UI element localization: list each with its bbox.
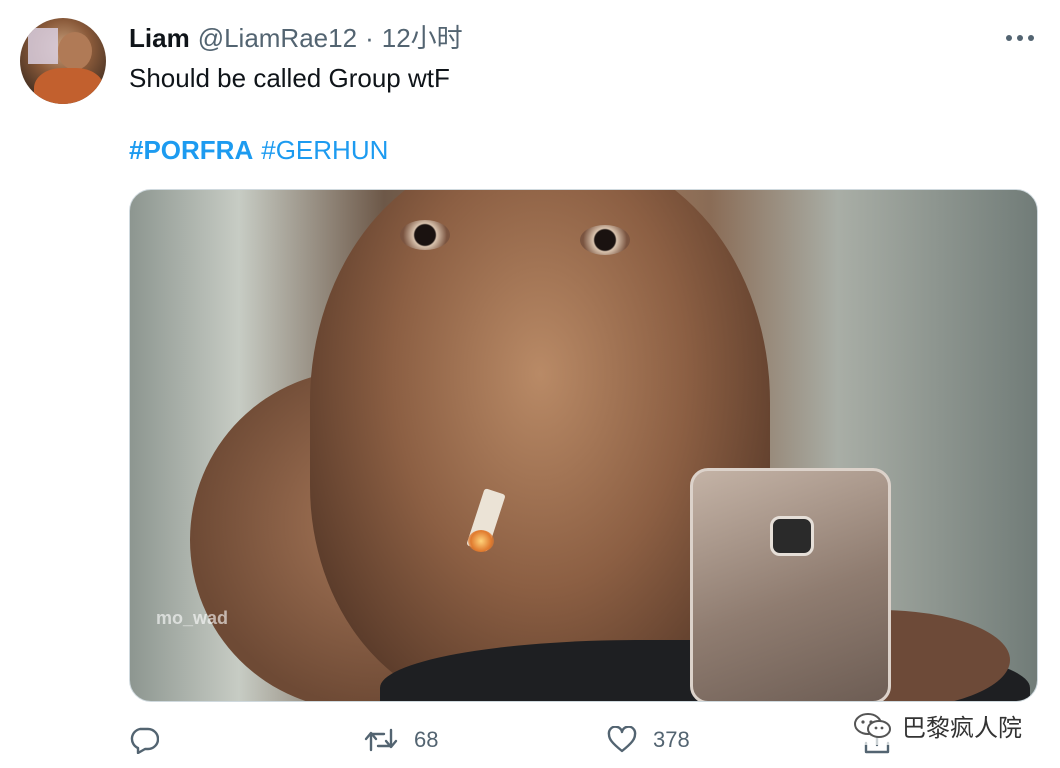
retweet-count: 68 — [414, 727, 439, 752]
tweet-timestamp[interactable]: 12小时 — [382, 22, 463, 54]
hashtag-porfra[interactable]: #PORFRA — [129, 134, 253, 166]
reply-icon — [130, 727, 159, 754]
wechat-icon — [854, 712, 891, 738]
author-handle[interactable]: @LiamRae12 — [198, 22, 357, 54]
retweet-icon — [364, 728, 398, 752]
more-icon[interactable] — [1006, 28, 1034, 48]
hashtag-row: #PORFRA #GERHUN — [129, 134, 388, 166]
media-watermark: mo_wad — [156, 608, 229, 628]
media-phone — [690, 468, 891, 701]
media-left-eye — [400, 220, 450, 250]
avatar-shirt — [34, 68, 104, 104]
header-separator: · — [365, 23, 374, 53]
tweet-text: Should be called Group wtF — [129, 63, 450, 93]
media-ember — [468, 530, 494, 552]
like-count: 378 — [653, 727, 690, 752]
avatar[interactable] — [20, 18, 106, 104]
reply-button[interactable] — [129, 726, 175, 754]
tweet-header: Liam @LiamRae12 · 12小时 — [129, 22, 463, 54]
wechat-account-name: 巴黎疯人院 — [902, 715, 1022, 742]
tweet-media-image[interactable]: mo_wad — [129, 189, 1038, 702]
retweet-button[interactable]: 68 — [364, 726, 438, 754]
media-phone-camera — [770, 516, 814, 556]
media-right-eye — [580, 225, 630, 255]
like-icon — [607, 726, 637, 753]
author-name[interactable]: Liam — [129, 22, 190, 54]
action-bar: 68 378 — [129, 726, 929, 760]
avatar-head — [58, 32, 92, 70]
wechat-watermark: 巴黎疯人院 — [848, 706, 1026, 745]
like-button[interactable]: 378 — [607, 726, 690, 754]
avatar-poster — [28, 28, 58, 64]
tweet: Liam @LiamRae12 · 12小时 Should be called … — [0, 0, 1060, 768]
hashtag-gerhun[interactable]: #GERHUN — [261, 134, 388, 166]
